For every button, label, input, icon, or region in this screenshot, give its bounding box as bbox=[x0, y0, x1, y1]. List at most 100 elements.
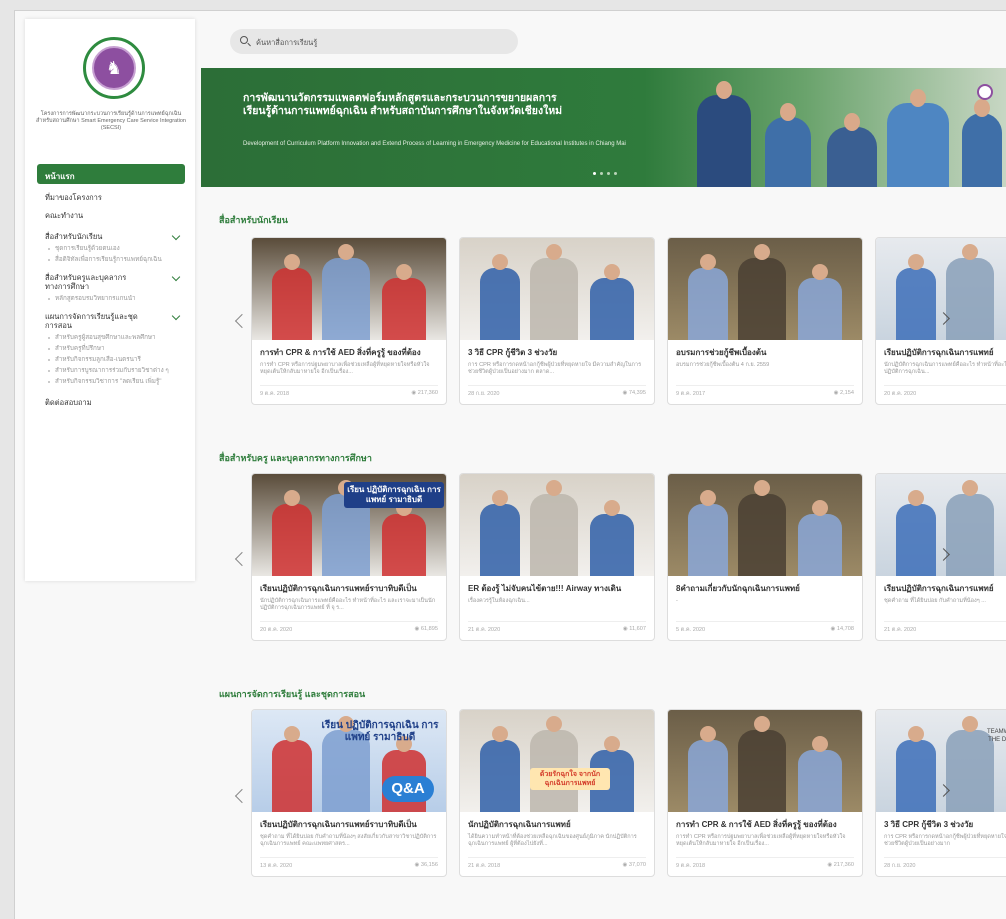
sidebar-subitem[interactable]: สื่อดิจิทัลเพื่อการเรียนรู้การแพทย์ฉุกเฉ… bbox=[25, 255, 175, 266]
card-title[interactable]: เรียนปฏิบัติการฉุกเฉินการแพทย์ bbox=[876, 576, 1006, 595]
thumbnail-caption: Q&A bbox=[382, 776, 434, 802]
card-title[interactable]: ER ต้องรู้ ไม่จับคนไข้ตาย!!! Airway ทางเ… bbox=[460, 576, 654, 595]
carousel-dot[interactable] bbox=[600, 172, 603, 175]
card-thumbnail[interactable] bbox=[668, 710, 862, 812]
card-description: ชุดคำถาม ที่ได้ยินบ่อย กับคำถามที่น้องๆ … bbox=[884, 598, 986, 604]
card-description: อบรมการช่วยกู้ชีพเบื้องต้น 4 ก.ย. 2559 bbox=[676, 362, 770, 368]
card-thumbnail[interactable] bbox=[668, 474, 862, 576]
card-description: ได้ยินความทำหน้าที่ต้องช่วยเหลือฉุกเฉินข… bbox=[468, 834, 637, 847]
media-card[interactable]: ER ต้องรู้ ไม่จับคนไข้ตาย!!! Airway ทางเ… bbox=[459, 473, 655, 641]
media-card[interactable]: ด้วยรักฉุกใจ จากนักฉุกเฉินการแพทย์ นักปฏิ… bbox=[459, 709, 655, 877]
thumbnail-figure bbox=[530, 494, 578, 576]
banner-title: การพัฒนานวัตกรรมแพลตฟอร์มหลักสูตรและกระบ… bbox=[243, 92, 563, 117]
card-thumbnail[interactable] bbox=[876, 474, 1006, 576]
prev-arrow-icon[interactable] bbox=[234, 313, 250, 329]
thumbnail-figure-head bbox=[700, 490, 716, 506]
sidebar-subitem[interactable]: สำหรับกิจกรรมลูกเสือ-เนตรนารี bbox=[25, 355, 175, 366]
card-date: 9 ต.ค. 2017 bbox=[676, 391, 706, 397]
card-thumbnail[interactable] bbox=[668, 238, 862, 340]
card-thumbnail[interactable]: ด้วยรักฉุกใจ จากนักฉุกเฉินการแพทย์ bbox=[460, 710, 654, 812]
media-card[interactable]: เรียนปฏิบัติการฉุกเฉินการแพทย์ นักปฏิบัติ… bbox=[875, 237, 1006, 405]
thumbnail-figure bbox=[896, 504, 936, 576]
media-card[interactable]: เรียนปฏิบัติการฉุกเฉินการแพทย์ชุดคำถาม ท… bbox=[875, 473, 1006, 641]
sidebar-item-label: หน้าแรก bbox=[45, 172, 75, 181]
thumbnail-figure-head bbox=[962, 480, 978, 496]
thumbnail-figure-head bbox=[284, 254, 300, 270]
sidebar-subitem[interactable]: สำหรับครูผู้สอนสุขศึกษาและพลศึกษา bbox=[25, 333, 175, 344]
sidebar-subitem[interactable]: สำหรับครูที่ปรึกษา bbox=[25, 344, 175, 355]
media-card[interactable]: 3 วิธี CPR กู้ชีวิต 3 ช่วงวัย การ CPR หรื… bbox=[459, 237, 655, 405]
media-card[interactable]: 8คำถามเกี่ยวกับนักฉุกเฉินการแพทย์ - 5 ต.ค.… bbox=[667, 473, 863, 641]
sidebar-item[interactable]: แผนการจัดการเรียนรู้และชุดการสอน bbox=[25, 309, 195, 333]
card-title[interactable]: เรียนปฏิบัติการฉุกเฉินการแพทย์ราบาทิบดีเ… bbox=[252, 812, 446, 831]
card-title[interactable]: 3 วิธี CPR กู้ชีวิต 3 ช่วงวัย bbox=[876, 812, 1006, 831]
section-title-lesson-plans: แผนการจัดการเรียนรู้ และชุดการสอน bbox=[219, 689, 366, 699]
card-title[interactable]: การทำ CPR & การใช้ AED สิ่งที่ครูรู้ ของ… bbox=[668, 812, 862, 831]
carousel-dot[interactable] bbox=[593, 172, 596, 175]
card-title[interactable]: เรียนปฏิบัติการฉุกเฉินการแพทย์ราบาทิบดีเ… bbox=[252, 576, 446, 595]
sidebar-item[interactable]: สื่อสำหรับนักเรียน bbox=[25, 229, 195, 244]
sidebar-item[interactable]: ที่มาของโครงการ bbox=[25, 189, 195, 207]
prev-arrow-icon[interactable] bbox=[234, 788, 250, 804]
card-thumbnail[interactable] bbox=[460, 238, 654, 340]
thumbnail-figure bbox=[946, 258, 994, 340]
thumbnail-figure-head bbox=[492, 726, 508, 742]
search-input[interactable]: ค้นหาสื่อการเรียนรู้ bbox=[230, 29, 518, 54]
carousel-dot[interactable] bbox=[607, 172, 610, 175]
chevron-down-icon[interactable] bbox=[171, 231, 181, 241]
sidebar-item[interactable]: ติดต่อสอบถาม bbox=[25, 394, 195, 412]
card-description: การทำ CPR หรือการปฐมพยาบาลเพื่อช่วยเหลือ… bbox=[676, 834, 846, 847]
card-date: 13 ต.ค. 2020 bbox=[260, 863, 293, 869]
hero-banner[interactable]: การพัฒนานวัตกรรมแพลตฟอร์มหลักสูตรและกระบ… bbox=[201, 68, 1006, 187]
card-date: 20 ต.ค. 2020 bbox=[260, 627, 293, 633]
chevron-down-icon[interactable] bbox=[171, 272, 181, 282]
sidebar-subitem[interactable]: ชุดการเรียนรู้ด้วยตนเอง bbox=[25, 244, 175, 255]
thumbnail-figure-head bbox=[812, 500, 828, 516]
card-thumbnail[interactable] bbox=[876, 238, 1006, 340]
card-view-count: 11,607 bbox=[629, 626, 646, 632]
sidebar-item[interactable]: คณะทำงาน bbox=[25, 207, 195, 225]
card-title[interactable]: นักปฏิบัติการฉุกเฉินการแพทย์ bbox=[460, 812, 654, 831]
media-card[interactable]: อบรมการช่วยกู้ชีพเบื้องต้นอบรมการช่วยกู้… bbox=[667, 237, 863, 405]
thumbnail-figure-head bbox=[962, 244, 978, 260]
card-thumbnail[interactable] bbox=[460, 474, 654, 576]
sidebar-item[interactable]: หน้าแรก bbox=[37, 164, 185, 184]
thumbnail-figure-head bbox=[908, 490, 924, 506]
chevron-down-icon[interactable] bbox=[171, 311, 181, 321]
carousel-dot[interactable] bbox=[614, 172, 617, 175]
card-date: 28 ก.ย. 2020 bbox=[468, 391, 500, 397]
card-thumbnail[interactable]: TEAMWORK MAKES THE DREAM WORK bbox=[876, 710, 1006, 812]
media-card[interactable]: เรียน ปฏิบัติการฉุกเฉิน การแพทย์ รามาธิบ… bbox=[251, 709, 447, 877]
thumbnail-figure-head bbox=[754, 716, 770, 732]
sidebar-item[interactable]: สื่อสำหรับครูและบุคลากรทางการศึกษา bbox=[25, 270, 195, 294]
card-title[interactable]: 3 วิธี CPR กู้ชีวิต 3 ช่วงวัย bbox=[460, 340, 654, 359]
card-title[interactable]: เรียนปฏิบัติการฉุกเฉินการแพทย์ bbox=[876, 340, 1006, 359]
card-thumbnail[interactable]: เรียน ปฏิบัติการฉุกเฉิน การแพทย์ รามาธิบ… bbox=[252, 710, 446, 812]
media-card[interactable]: TEAMWORK MAKES THE DREAM WORK 3 วิธี CPR … bbox=[875, 709, 1006, 877]
sidebar-subitem[interactable]: สำหรับกิจกรรมวิชาการ "ลดเรียน เพิ่มรู้" bbox=[25, 377, 175, 388]
card-view-count: 14,708 bbox=[836, 626, 854, 632]
thumbnail-figure bbox=[382, 514, 426, 576]
project-logo[interactable]: ♞ bbox=[83, 37, 145, 99]
card-footer: 21 ต.ค. 2020 ◉ 11,607 bbox=[468, 621, 646, 634]
thumbnail-figure bbox=[688, 504, 728, 576]
card-date: 21 ต.ค. 2018 bbox=[468, 863, 501, 869]
card-views: ◉ 36,156 bbox=[414, 862, 438, 870]
card-title[interactable]: อบรมการช่วยกู้ชีพเบื้องต้น bbox=[668, 340, 862, 359]
media-card[interactable]: เรียน ปฏิบัติการฉุกเฉิน การแพทย์ รามาธิบ… bbox=[251, 473, 447, 641]
search-placeholder: ค้นหาสื่อการเรียนรู้ bbox=[256, 38, 318, 47]
card-thumbnail[interactable] bbox=[252, 238, 446, 340]
media-card[interactable]: การทำ CPR & การใช้ AED สิ่งที่ครูรู้ ของ… bbox=[667, 709, 863, 877]
prev-arrow-icon[interactable] bbox=[234, 551, 250, 567]
card-views: ◉ 2,154 bbox=[834, 390, 854, 398]
sidebar-subitem[interactable]: หลักสูตรอบรมวิทยากรแกนนำ bbox=[25, 294, 175, 305]
card-thumbnail[interactable]: เรียน ปฏิบัติการฉุกเฉิน การแพทย์ รามาธิบ… bbox=[252, 474, 446, 576]
thumbnail-figure-head bbox=[546, 480, 562, 496]
card-date: 21 ต.ค. 2020 bbox=[468, 627, 501, 633]
card-title[interactable]: การทำ CPR & การใช้ AED สิ่งที่ครูรู้ ของ… bbox=[252, 340, 446, 359]
carousel-dots[interactable] bbox=[593, 172, 617, 175]
media-card[interactable]: การทำ CPR & การใช้ AED สิ่งที่ครูรู้ ของ… bbox=[251, 237, 447, 405]
card-title[interactable]: 8คำถามเกี่ยวกับนักฉุกเฉินการแพทย์ bbox=[668, 576, 862, 595]
sidebar-subitem[interactable]: สำหรับการบูรณาการร่วมกับรายวิชาต่าง ๆ bbox=[25, 366, 175, 377]
card-footer: 5 ต.ค. 2020 ◉ 14,708 bbox=[676, 621, 854, 634]
